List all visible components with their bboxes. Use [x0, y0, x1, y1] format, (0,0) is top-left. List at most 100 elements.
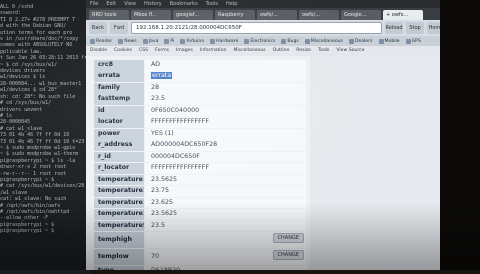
browser-tab[interactable]: RRD tools: [89, 10, 129, 20]
folder-icon: [405, 38, 411, 44]
property-name: temperature10: [94, 186, 144, 197]
web-developer-toolbar: Disable Cookies CSS Forms Images Information M…: [86, 46, 448, 56]
property-value-text: FFFFFFFFFFFFFFFF: [151, 118, 209, 126]
browser-tab[interactable]: Raspberry: [215, 10, 255, 20]
change-button[interactable]: CHANGE: [272, 233, 304, 244]
toolbar-menu-information[interactable]: Information: [200, 46, 227, 56]
property-value-text: 23.5: [151, 221, 166, 229]
bookmark-item[interactable]: Reader: [90, 38, 112, 44]
bookmark-item[interactable]: Miscellaneous: [304, 38, 343, 44]
back-button[interactable]: Back: [89, 22, 107, 34]
blank-page-area: [310, 56, 448, 270]
toolbar-menu-cookies[interactable]: Cookies: [114, 46, 132, 56]
property-name: crc8: [94, 60, 144, 71]
property-name: temperature11: [94, 197, 144, 209]
bookmark-item[interactable]: News: [118, 38, 137, 44]
property-value[interactable]: CHANGE: [145, 232, 306, 249]
browser-tab[interactable]: Mbox fl..: [131, 10, 171, 20]
property-value: 23.625: [145, 197, 306, 209]
bookmark-item[interactable]: Java: [142, 38, 159, 44]
forward-button[interactable]: Fwd: [110, 22, 128, 34]
menu-item-tools[interactable]: Tools: [206, 1, 218, 7]
property-value: DS18B20: [145, 266, 306, 270]
property-value: 23.5625: [145, 209, 306, 220]
address-bar[interactable]: 192.168.1.20:2121/28.000004DC650F: [131, 22, 382, 34]
toolbar-menu-forms[interactable]: Forms: [155, 46, 169, 56]
bookmark-label: Java: [148, 38, 159, 44]
browser-tab[interactable]: owfs/...: [257, 10, 297, 20]
property-value-text: FFFFFFFFFFFFFFFF: [151, 164, 209, 172]
bookmark-label: Mobile: [384, 38, 400, 44]
property-row-temperature9: temperature9 23.5: [94, 220, 306, 232]
folder-icon: [244, 38, 250, 44]
browser-tab[interactable]: googlef...: [173, 10, 213, 20]
property-value-text: 23.75: [151, 187, 170, 195]
property-value[interactable]: 70 CHANGE: [145, 249, 306, 266]
bookmark-label: Arduino: [186, 38, 205, 44]
stop-button[interactable]: Stop: [406, 22, 424, 34]
bookmark-label: GPS: [411, 38, 421, 44]
bookmark-label: Electronics: [250, 38, 276, 44]
menu-item-file[interactable]: File: [90, 1, 98, 7]
bookmark-item[interactable]: Hardware: [210, 38, 239, 44]
bookmark-item[interactable]: Dealers: [348, 38, 373, 44]
property-value: 23.5625: [145, 174, 306, 186]
browser-tab[interactable]: owfs/...: [299, 10, 339, 20]
toolbar-menu-miscellaneous[interactable]: Miscellaneous: [233, 46, 265, 56]
toolbar-menu-resize[interactable]: Resize: [296, 46, 311, 56]
toolbar-menu-outline[interactable]: Outline: [273, 46, 290, 56]
property-value: AD: [145, 60, 306, 71]
property-row-crc8: crc8 AD: [94, 60, 306, 71]
menu-item-view[interactable]: View: [124, 1, 136, 7]
menu-item-help[interactable]: Help: [226, 1, 237, 7]
bookmark-label: Hardware: [216, 38, 239, 44]
change-button[interactable]: CHANGE: [272, 250, 304, 261]
property-row-temperature11: temperature11 23.625: [94, 197, 306, 209]
terminal-window[interactable]: ALL 0 /sshd ssword: TI 8 2.27+ #278 PREEMP…: [0, 0, 90, 274]
folder-icon: [210, 38, 216, 44]
property-value: errata: [145, 71, 306, 83]
bookmark-item[interactable]: Mobile: [378, 38, 400, 44]
toolbar-menu-css[interactable]: CSS: [139, 46, 148, 56]
property-name: temperature: [94, 174, 144, 186]
property-row-temphigh: temphigh CHANGE: [94, 232, 306, 249]
menu-item-edit[interactable]: Edit: [106, 1, 116, 7]
toolbar-menu-view-source[interactable]: View Source: [336, 46, 364, 56]
property-row-r_address: r_address AD000004DC650F28: [94, 140, 306, 151]
menu-item-history[interactable]: History: [144, 1, 162, 7]
bookmark-item[interactable]: Arduino: [180, 38, 205, 44]
bookmark-item[interactable]: Pi: [164, 38, 174, 44]
folder-icon: [180, 38, 186, 44]
property-row-temperature: temperature 23.5625: [94, 174, 306, 186]
bookmark-item[interactable]: Electronics: [244, 38, 276, 44]
property-value-text: 0F650C040000: [151, 106, 200, 114]
property-value-text: AD000004DC650F28: [151, 141, 218, 149]
property-name: temphigh: [94, 232, 144, 249]
folder-icon: [378, 38, 384, 44]
browser-tab[interactable]: Google...: [341, 10, 381, 20]
property-name: errata: [94, 71, 144, 83]
folder-icon: [118, 38, 124, 44]
toolbar-menu-disable[interactable]: Disable: [90, 46, 107, 56]
toolbar-menu-tools[interactable]: Tools: [318, 46, 329, 56]
toolbar-menu-images[interactable]: Images: [176, 46, 193, 56]
monitor-edge: [440, 0, 480, 270]
property-value-text: errata: [151, 72, 173, 80]
property-value: YES (1): [145, 128, 306, 140]
property-value: 0F650C040000: [145, 105, 306, 117]
bookmark-label: Bugs: [287, 38, 299, 44]
reload-button[interactable]: Reload: [385, 22, 403, 34]
property-name: r_locator: [94, 163, 144, 174]
property-value: 000004DC650F: [145, 151, 306, 163]
menu-item-bookmarks[interactable]: Bookmarks: [170, 1, 198, 7]
property-row-templow: templow 70 CHANGE: [94, 249, 306, 266]
bookmark-item[interactable]: GPS: [405, 38, 421, 44]
browser-tab[interactable]: + owfs...: [383, 10, 423, 20]
browser-window: File Edit View History Bookmarks Tools Help RR…: [86, 0, 448, 270]
folder-icon: [348, 38, 354, 44]
bookmark-item[interactable]: Bugs: [281, 38, 299, 44]
bookmark-label: Dealers: [354, 38, 373, 44]
property-name: locator: [94, 117, 144, 129]
property-value-text: 70: [151, 253, 160, 261]
property-value-text: 23.5625: [151, 175, 178, 183]
